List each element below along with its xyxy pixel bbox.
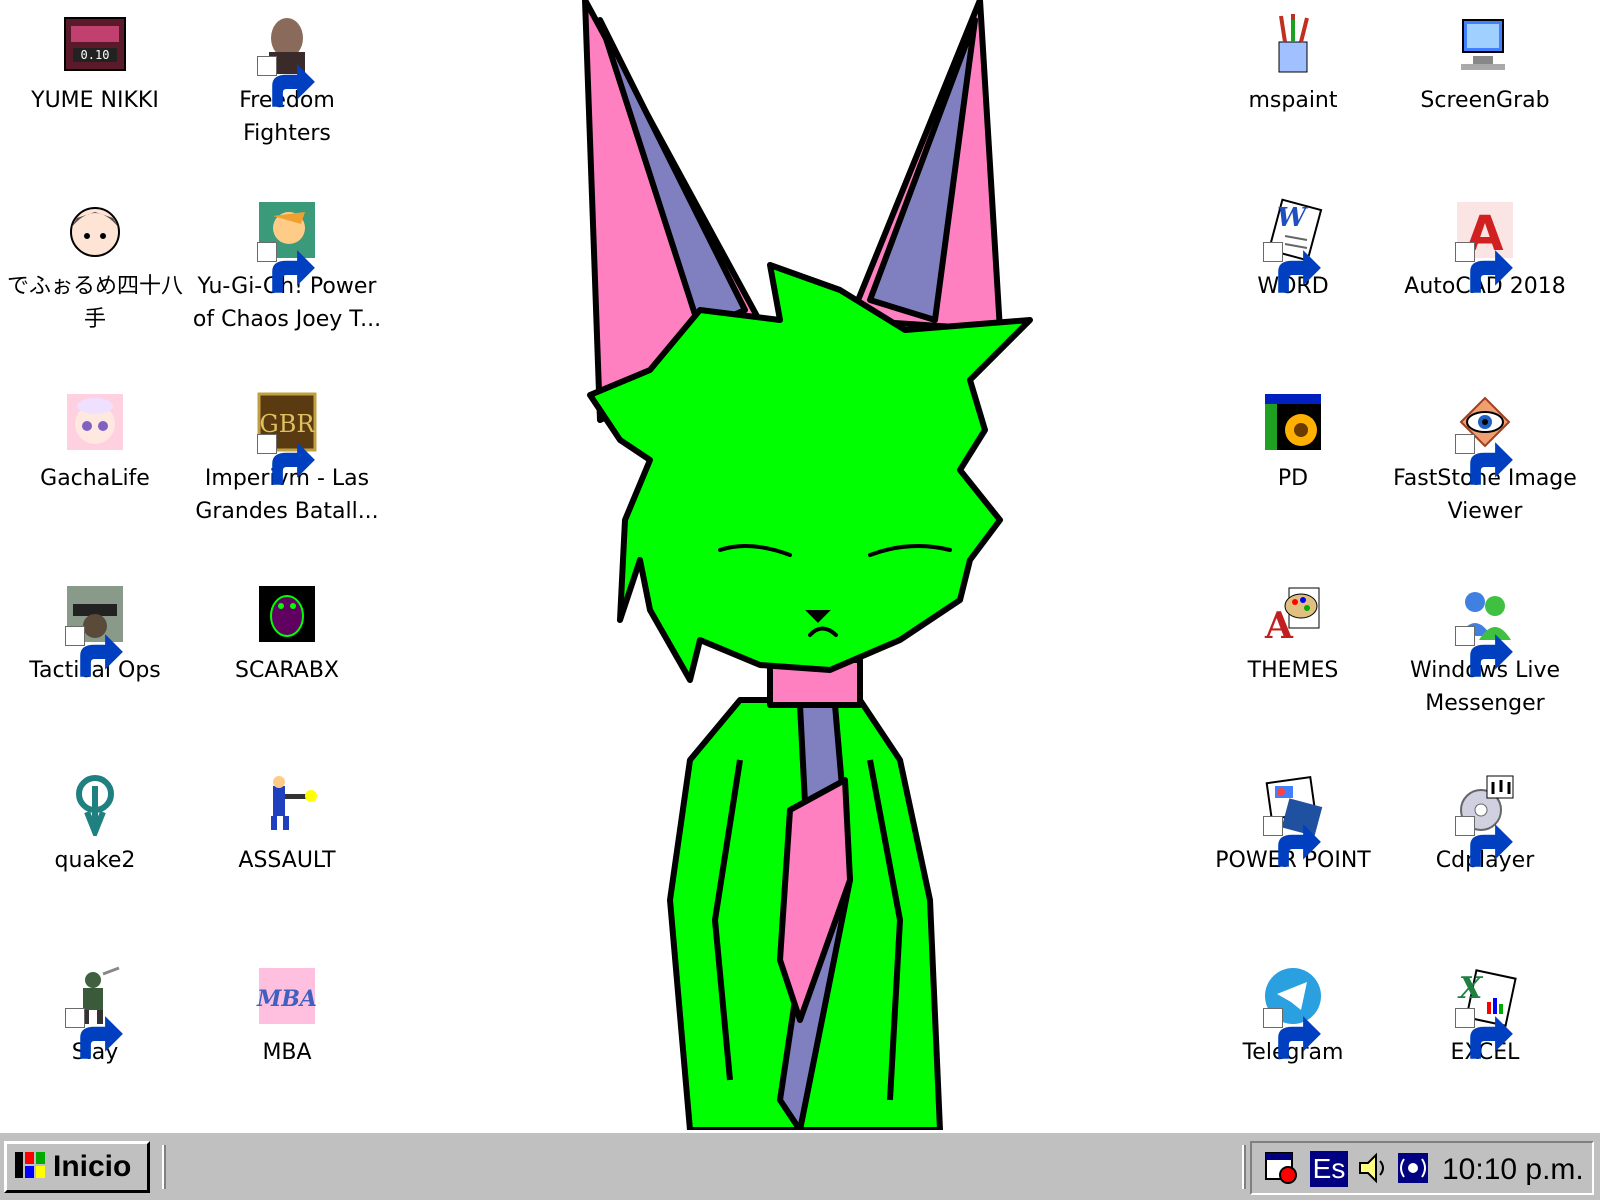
start-label: Inicio [53,1150,132,1183]
themes-palette-icon: A [1261,582,1325,646]
desktop-icon-cd-player[interactable]: Cdplayer [1390,772,1580,877]
desktop-icon-label: ScreenGrab [1420,88,1550,113]
shortcut-arrow-icon [257,56,315,107]
desktop-icon-label: でふぉるめ四十八手 [6,274,183,332]
desktop-icon-yugioh[interactable]: Yu-Gi-Oh! Power of Chaos Joey T... [192,198,382,336]
tactical-ops-icon [63,582,127,677]
mba-logo-icon: MBA [255,964,319,1028]
assault-soldier-icon [255,772,319,836]
yugioh-icon [255,198,319,293]
volume-icon[interactable] [1356,1151,1390,1185]
desktop-icon-label: mspaint [1248,88,1338,113]
svg-text:A: A [1264,605,1294,646]
desktop-icon-label: THEMES [1247,658,1339,683]
desktop-icon-scarab[interactable]: SCARABX [192,582,382,687]
messenger-buddies-icon [1453,582,1517,677]
desktop-icon-sunflower[interactable]: PD [1198,390,1388,495]
svg-text:X: X [1457,971,1484,1006]
shortcut-arrow-icon [257,434,315,485]
system-tray: Es 10:10 p.m. [1250,1141,1594,1195]
clock[interactable]: 10:10 p.m. [1442,1153,1584,1187]
language-indicator[interactable]: Es [1310,1151,1348,1187]
desktop-icon-screengrab-computer[interactable]: ScreenGrab [1390,12,1580,117]
desktop-icon-slay-knight[interactable]: Slay [0,964,190,1069]
desktop-icon-label: ASSAULT [238,848,336,873]
anime-face-icon [63,198,127,262]
sunflower-icon [1261,390,1325,454]
desktop-icon-imperivm[interactable]: GBR Imperivm - Las Grandes Batall... [192,390,382,528]
desktop-icon-gachalife[interactable]: GachaLife [0,390,190,495]
desktop-icon-excel[interactable]: X EXCEL [1390,964,1580,1069]
desktop[interactable]: 0.10 YUME NIKKI Freedom Fighters でふぉるめ四十八手 Y… [0,0,1600,1130]
svg-text:0.10: 0.10 [81,48,110,62]
shortcut-arrow-icon [1263,816,1321,867]
desktop-icon-autocad[interactable]: A AutoCAD 2018 [1390,198,1580,303]
shortcut-arrow-icon [65,1008,123,1059]
shortcut-arrow-icon [1263,242,1321,293]
desktop-icon-assault-soldier[interactable]: ASSAULT [192,772,382,877]
desktop-icon-faststone-eye[interactable]: FastStone Image Viewer [1390,390,1580,528]
network-icon[interactable] [1396,1151,1430,1185]
taskbar: Inicio Es 10:10 p.m. [0,1130,1600,1200]
desktop-icon-freedom-fighters[interactable]: Freedom Fighters [192,12,382,150]
shortcut-arrow-icon [1455,816,1513,867]
desktop-icon-paint-brushes[interactable]: mspaint [1198,12,1388,117]
shortcut-arrow-icon [65,626,123,677]
word-document-icon: W [1261,198,1325,293]
desktop-icon-telegram[interactable]: Telegram [1198,964,1388,1069]
tray-grip [1242,1145,1246,1189]
gachalife-icon [63,390,127,454]
desktop-icon-label: SCARABX [235,658,339,683]
shortcut-arrow-icon [1455,1008,1513,1059]
svg-text:MBA: MBA [256,986,317,1012]
scarab-icon [255,582,319,646]
scheduler-icon[interactable] [1264,1151,1298,1185]
powerpoint-icon [1261,772,1325,867]
desktop-icon-label: GachaLife [40,466,150,491]
desktop-icon-anime-face[interactable]: でふぉるめ四十八手 [0,198,190,336]
autocad-icon: A [1453,198,1517,293]
desktop-icon-label: YUME NIKKI [31,88,159,113]
paint-brushes-icon [1261,12,1325,76]
desktop-icon-label: quake2 [54,848,136,873]
shortcut-arrow-icon [1455,626,1513,677]
desktop-icon-powerpoint[interactable]: POWER POINT [1198,772,1388,877]
windows-logo-icon [13,1148,47,1186]
desktop-icon-themes-palette[interactable]: A THEMES [1198,582,1388,687]
desktop-icon-yume-nikki[interactable]: 0.10 YUME NIKKI [0,12,190,117]
shortcut-arrow-icon [1263,1008,1321,1059]
quake-icon [63,772,127,836]
desktop-icon-label: MBA [262,1040,312,1065]
start-button[interactable]: Inicio [4,1141,150,1193]
taskbar-grip[interactable] [162,1145,166,1189]
wallpaper-cat-drawing [582,0,1033,1130]
shortcut-arrow-icon [257,242,315,293]
slay-knight-icon [63,964,127,1059]
shortcut-arrow-icon [1455,242,1513,293]
desktop-icon-messenger-buddies[interactable]: Windows Live Messenger [1390,582,1580,720]
shortcut-arrow-icon [1455,434,1513,485]
desktop-icon-quake[interactable]: quake2 [0,772,190,877]
imperivm-icon: GBR [255,390,319,485]
freedom-fighters-icon [255,12,319,107]
svg-text:W: W [1277,203,1309,233]
desktop-icon-label: PD [1277,466,1309,491]
faststone-eye-icon [1453,390,1517,485]
cd-player-icon [1453,772,1517,867]
desktop-icon-word-document[interactable]: W WORD [1198,198,1388,303]
desktop-icon-tactical-ops[interactable]: Tactical Ops [0,582,190,687]
desktop-icon-mba-logo[interactable]: MBA MBA [192,964,382,1069]
yume-nikki-icon: 0.10 [63,12,127,76]
excel-icon: X [1453,964,1517,1059]
telegram-icon [1261,964,1325,1059]
screengrab-computer-icon [1453,12,1517,76]
